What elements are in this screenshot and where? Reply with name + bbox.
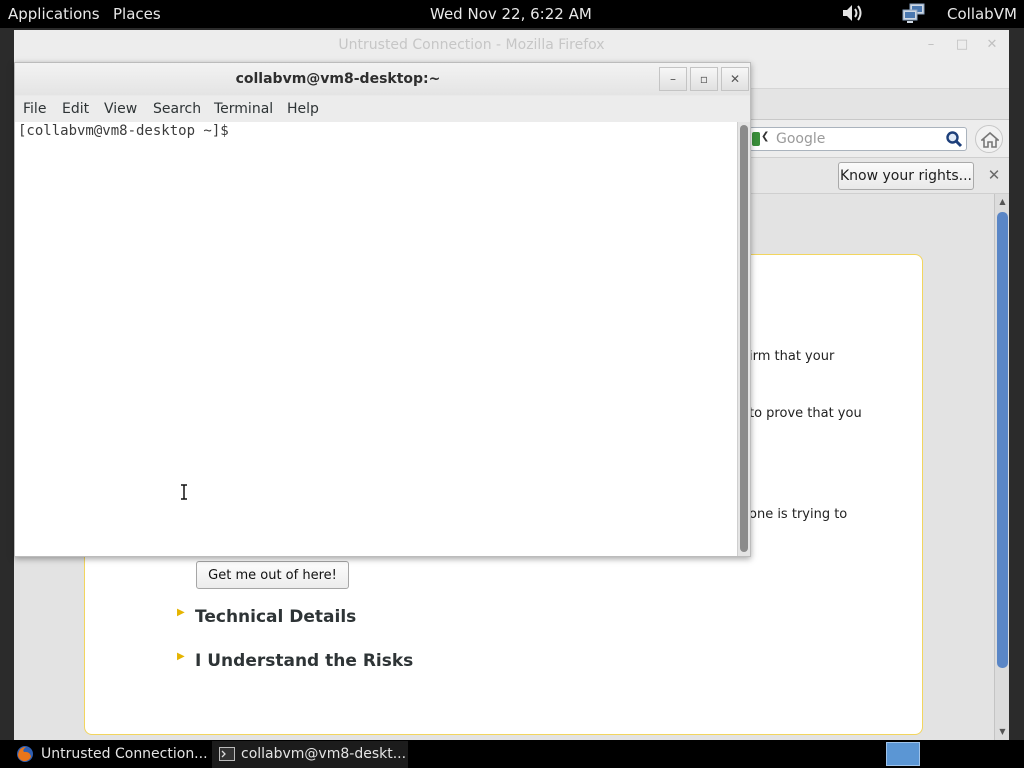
menu-search[interactable]: Search [153,101,201,117]
text-cursor-icon [180,484,188,500]
maximize-icon[interactable]: ▫ [690,67,718,91]
minimize-icon[interactable]: – [924,38,938,52]
terminal-menubar: File Edit View Search Terminal Help [15,96,750,122]
terminal-output[interactable]: [collabvm@vm8-desktop ~]$ [15,122,737,556]
maximize-icon[interactable]: □ [955,38,969,52]
expand-arrow-icon: ▶ [177,607,185,618]
taskbar-item-label: Untrusted Connection... [41,746,208,762]
terminal-window-title: collabvm@vm8-desktop:~ [235,71,441,87]
get-me-out-button[interactable]: Get me out of here! [196,561,349,589]
search-engine-icon[interactable] [752,132,760,146]
scroll-down-icon[interactable]: ▼ [996,725,1009,738]
error-text: one is trying to [749,507,848,522]
shell-prompt: [collabvm@vm8-desktop ~]$ [18,123,238,139]
minimize-icon[interactable]: – [659,67,687,91]
search-box: ❮ [749,127,967,151]
page-scrollbar[interactable]: ▲ ▼ [994,194,1009,740]
scrollbar-thumb[interactable] [740,125,748,552]
top-panel: Applications Places Wed Nov 22, 6:22 AM … [0,0,1024,28]
taskbar-item-label: collabvm@vm8-deskt... [241,746,407,762]
home-icon [981,131,999,148]
chevron-down-icon[interactable]: ❮ [761,131,769,142]
workspace-switcher[interactable] [886,742,920,766]
error-text: to prove that you [749,406,862,421]
understand-risks-heading: I Understand the Risks [195,651,414,671]
search-input[interactable] [776,131,940,147]
terminal-window: collabvm@vm8-desktop:~ – ▫ ✕ File Edit V… [14,62,751,557]
firefox-titlebar[interactable]: Untrusted Connection - Mozilla Firefox [14,30,1009,60]
expand-arrow-icon: ▶ [177,651,185,662]
menu-file[interactable]: File [23,101,46,117]
menu-help[interactable]: Help [287,101,319,117]
scroll-up-icon[interactable]: ▲ [996,195,1009,208]
close-icon[interactable]: ✕ [985,38,999,52]
menu-edit[interactable]: Edit [62,101,89,117]
scrollbar-thumb[interactable] [997,212,1008,668]
firefox-icon [16,745,34,767]
bottom-taskbar: Untrusted Connection... collabvm@vm8-des… [0,740,1024,768]
places-menu[interactable]: Places [113,5,161,23]
menu-view[interactable]: View [104,101,137,117]
home-button[interactable] [975,125,1003,153]
terminal-titlebar[interactable]: collabvm@vm8-desktop:~ – ▫ ✕ [15,63,750,95]
user-menu[interactable]: CollabVM [947,5,1017,23]
know-your-rights-button[interactable]: Know your rights... [838,162,974,190]
network-icon[interactable] [902,3,926,25]
magnifier-icon[interactable] [945,130,963,148]
applications-menu[interactable]: Applications [8,5,100,23]
terminal-scrollbar[interactable] [737,122,750,556]
taskbar-item-firefox[interactable]: Untrusted Connection... [12,741,208,768]
volume-icon[interactable] [841,3,865,23]
taskbar-item-terminal[interactable]: collabvm@vm8-deskt... [212,741,408,768]
terminal-icon [219,747,235,765]
menu-terminal[interactable]: Terminal [214,101,273,117]
firefox-window-title: Untrusted Connection - Mozilla Firefox [338,37,605,53]
close-icon[interactable]: ✕ [721,67,749,91]
clock[interactable]: Wed Nov 22, 6:22 AM [430,5,592,23]
close-icon[interactable]: ✕ [986,166,1002,184]
error-text: irm that your [749,349,835,364]
technical-details-heading: Technical Details [195,607,357,627]
